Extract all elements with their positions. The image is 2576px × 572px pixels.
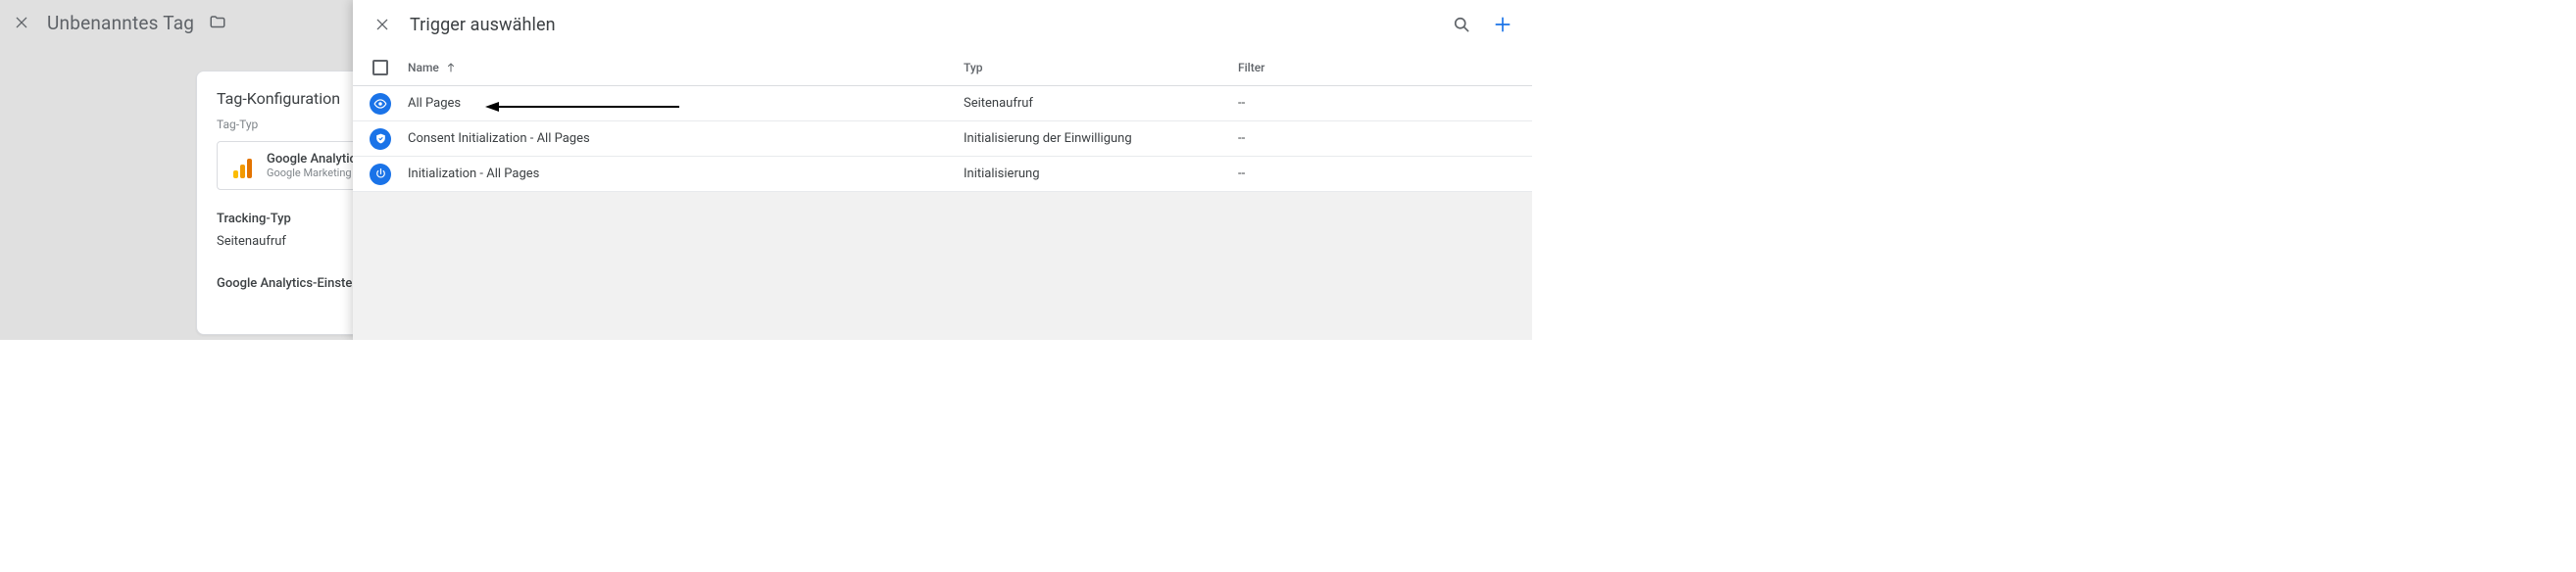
- trigger-row[interactable]: Consent Initialization - All PagesInitia…: [353, 121, 1532, 157]
- tag-type-sub: Google Marketing: [267, 167, 363, 179]
- page-title: Unbenanntes Tag: [47, 12, 194, 34]
- table-header: Name Typ Filter: [353, 49, 1532, 86]
- trigger-row[interactable]: Initialization - All PagesInitialisierun…: [353, 157, 1532, 192]
- close-icon[interactable]: [10, 11, 33, 34]
- trigger-name: Initialization - All Pages: [408, 167, 964, 181]
- search-icon[interactable]: [1450, 13, 1473, 36]
- trigger-filter: --: [1238, 96, 1512, 111]
- trigger-filter: --: [1238, 167, 1512, 181]
- select-all-checkbox[interactable]: [372, 60, 388, 75]
- column-type[interactable]: Typ: [964, 61, 1238, 74]
- column-filter[interactable]: Filter: [1238, 61, 1512, 74]
- sort-ascending-icon: [445, 62, 457, 73]
- close-icon[interactable]: [371, 13, 394, 36]
- panel-title: Trigger auswählen: [410, 15, 1434, 35]
- trigger-type: Initialisierung: [964, 167, 1238, 181]
- tag-type-name: Google Analytics: [267, 152, 363, 167]
- shield-icon: [370, 128, 391, 150]
- trigger-name: All Pages: [408, 96, 964, 111]
- trigger-chooser-panel: Trigger auswählen Name Typ Filt: [353, 0, 1532, 340]
- power-icon: [370, 164, 391, 185]
- add-trigger-icon[interactable]: [1491, 13, 1514, 36]
- eye-icon: [370, 93, 391, 115]
- trigger-name: Consent Initialization - All Pages: [408, 131, 964, 146]
- trigger-filter: --: [1238, 131, 1512, 146]
- google-analytics-icon: [229, 153, 255, 178]
- column-name[interactable]: Name: [408, 61, 964, 74]
- trigger-type: Initialisierung der Einwilligung: [964, 131, 1238, 146]
- trigger-type: Seitenaufruf: [964, 96, 1238, 111]
- folder-icon[interactable]: [208, 14, 227, 31]
- trigger-row[interactable]: All PagesSeitenaufruf--: [353, 86, 1532, 121]
